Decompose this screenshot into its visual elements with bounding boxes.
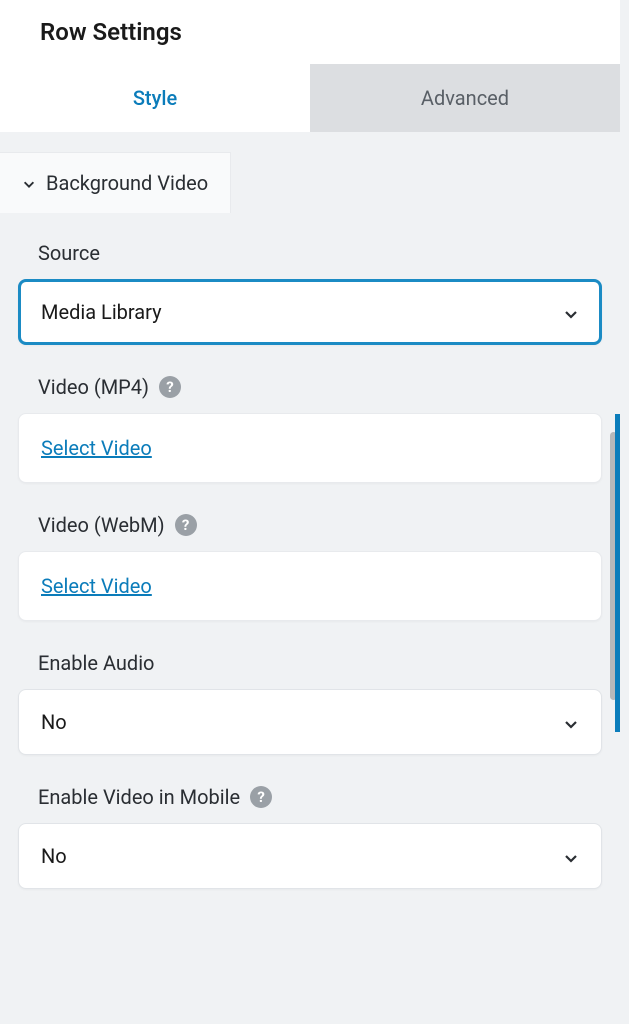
enable-video-mobile-select[interactable]: No (18, 823, 602, 889)
source-select[interactable]: Media Library (18, 279, 602, 345)
chevron-down-icon (563, 848, 579, 864)
form-body: Source Media Library Video (MP4) ? Selec… (0, 213, 620, 929)
field-label-enable-video-mobile: Enable Video in Mobile ? (18, 785, 602, 809)
tab-style[interactable]: Style (0, 64, 310, 132)
help-icon[interactable]: ? (159, 376, 181, 398)
video-mp4-box: Select Video (18, 413, 602, 483)
field-enable-video-mobile: Enable Video in Mobile ? No (18, 785, 602, 889)
field-label-source: Source (18, 241, 602, 265)
field-label-video-mp4: Video (MP4) ? (18, 375, 602, 399)
select-value: Media Library (41, 300, 162, 324)
label-text: Enable Audio (38, 651, 154, 675)
label-text: Source (38, 241, 100, 265)
label-text: Enable Video in Mobile (38, 785, 240, 809)
field-video-mp4: Video (MP4) ? Select Video (18, 375, 602, 483)
panel-title: Row Settings (0, 0, 620, 64)
select-value: No (41, 844, 67, 868)
select-value: No (41, 710, 67, 734)
chevron-down-icon (563, 304, 579, 320)
section-title: Background Video (46, 171, 208, 195)
field-source: Source Media Library (18, 241, 602, 345)
section-background-video[interactable]: Background Video (0, 152, 231, 213)
enable-audio-select[interactable]: No (18, 689, 602, 755)
label-text: Video (MP4) (38, 375, 149, 399)
help-icon[interactable]: ? (175, 514, 197, 536)
field-enable-audio: Enable Audio No (18, 651, 602, 755)
field-label-enable-audio: Enable Audio (18, 651, 602, 675)
right-accent (615, 414, 620, 732)
label-text: Video (WebM) (38, 513, 165, 537)
field-video-webm: Video (WebM) ? Select Video (18, 513, 602, 621)
tabs: Style Advanced (0, 64, 620, 132)
chevron-down-icon (22, 176, 36, 190)
row-settings-panel: Row Settings Style Advanced Background V… (0, 0, 620, 1024)
video-webm-box: Select Video (18, 551, 602, 621)
tab-advanced[interactable]: Advanced (310, 64, 620, 132)
select-video-mp4-link[interactable]: Select Video (41, 436, 152, 460)
help-icon[interactable]: ? (250, 786, 272, 808)
field-label-video-webm: Video (WebM) ? (18, 513, 602, 537)
chevron-down-icon (563, 714, 579, 730)
select-video-webm-link[interactable]: Select Video (41, 574, 152, 598)
